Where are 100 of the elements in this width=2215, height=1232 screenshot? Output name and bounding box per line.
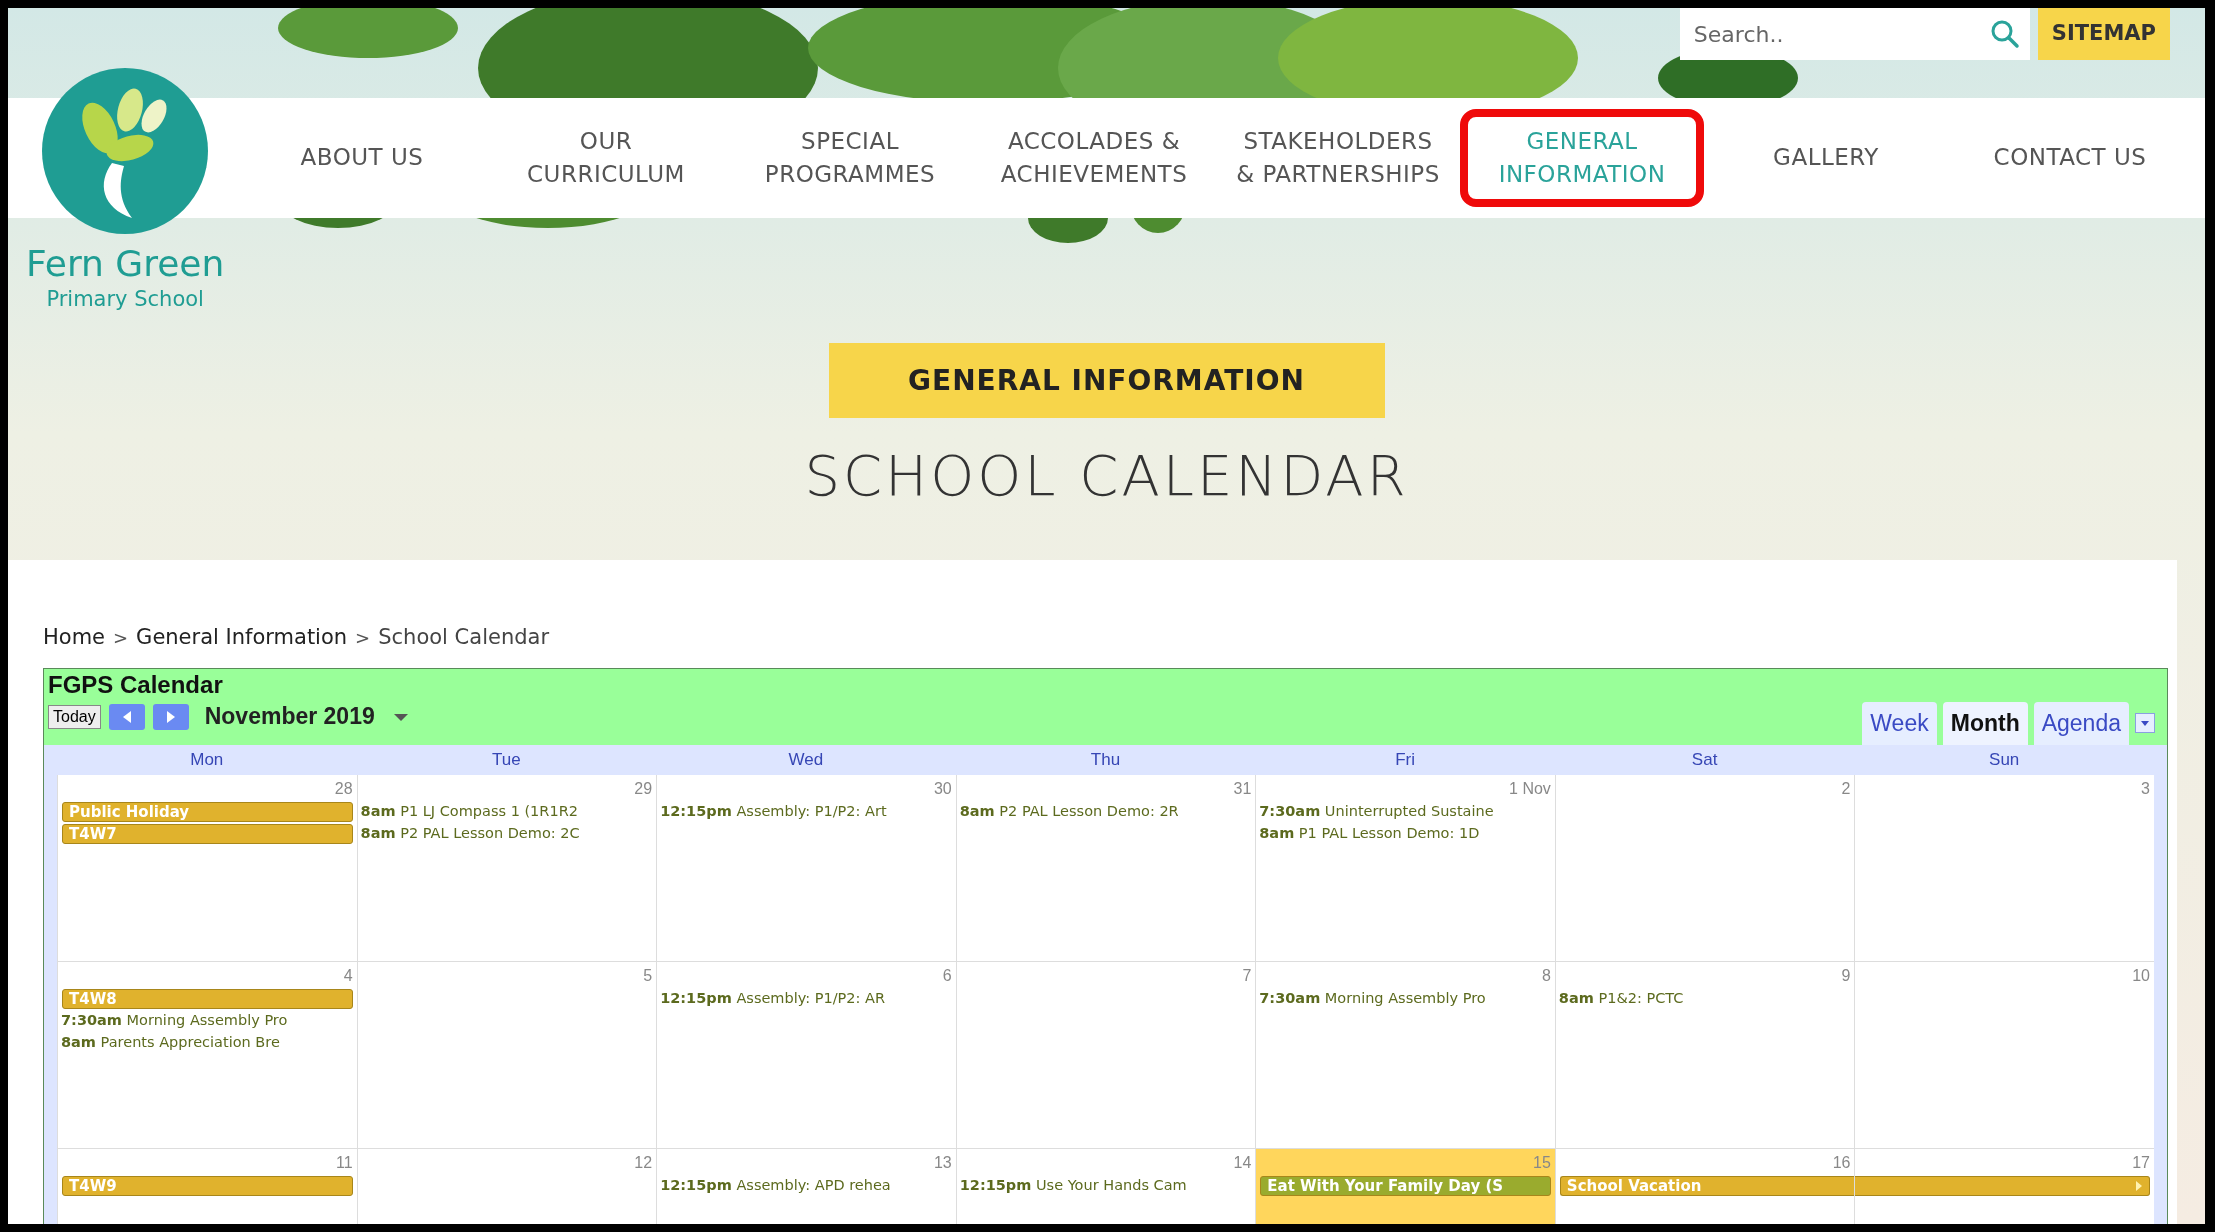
breadcrumb-current: School Calendar (378, 624, 550, 651)
weekday-label: Sun (1988, 748, 2021, 771)
weekday-label: Wed (787, 748, 825, 771)
calendar-event[interactable]: 7:30am Uninterrupted Sustaine (1256, 800, 1555, 823)
date-number: 30 (932, 778, 953, 799)
date-number: 4 (342, 965, 354, 986)
day-cell[interactable]: 3 (1854, 774, 2154, 962)
day-cell[interactable]: 29 8am P1 LJ Compass 1 (1R1R2 8am P2 PAL Lesson Demo: 2C (356, 774, 657, 962)
day-cell[interactable]: 12 (356, 1148, 657, 1224)
date-number: 2 (1840, 778, 1852, 799)
day-cell[interactable]: 14 12:15pm Use Your Hands Cam (955, 1148, 1256, 1224)
event-title: T4W8 (69, 989, 117, 1008)
previous-button[interactable] (108, 703, 145, 730)
breadcrumb-separator: > (113, 626, 129, 650)
event-title: T4W7 (69, 824, 117, 843)
nav-link[interactable]: CONTACT US (1948, 125, 2192, 191)
calendar-title: FGPS Calendar (47, 669, 224, 700)
calendar-event[interactable]: 8am Parents Appreciation Bre (58, 1031, 357, 1054)
dropdown-icon[interactable] (2135, 712, 2155, 733)
date-number: 9 (1840, 965, 1852, 986)
date-number: 3 (2140, 778, 2151, 799)
weekday-label: Tue (491, 748, 522, 771)
calendar-event[interactable]: 8am P1 LJ Compass 1 (1R1R2 (357, 800, 657, 823)
event-title: Public Holiday (69, 802, 190, 821)
day-cell[interactable]: 30 12:15pm Assembly: P1/P2: Art (656, 774, 956, 962)
date-number: 31 (1232, 778, 1253, 799)
day-cell[interactable]: 2 (1554, 774, 1855, 962)
day-cell[interactable]: 17 (1854, 1148, 2154, 1224)
date-number: 16 (1831, 1152, 1852, 1173)
day-cell[interactable]: 13 12:15pm Assembly: APD rehea (656, 1148, 956, 1224)
day-cell[interactable]: 16 School Vacation (1554, 1148, 1855, 1224)
view-tab[interactable]: Month (1942, 702, 2028, 745)
date-number: 17 (2131, 1152, 2151, 1173)
day-cell[interactable]: 10 (1854, 961, 2154, 1149)
date-number: 8 (1540, 965, 1552, 986)
school-logo-icon[interactable] (42, 68, 209, 234)
day-cell[interactable]: 11 T4W9 (57, 1148, 357, 1224)
month-label: November 2019 (204, 702, 375, 732)
nav-link[interactable]: OUR CURRICULUM (484, 108, 728, 208)
view-tab[interactable]: Week (1862, 702, 1937, 745)
calendar-event[interactable]: 7:30am Morning Assembly Pro (58, 1009, 357, 1032)
date-number: 1 Nov (1508, 778, 1552, 799)
event-bar-continuation[interactable] (1855, 1175, 2150, 1196)
nav-link[interactable]: SPECIAL PROGRAMMES (728, 108, 972, 208)
nav-link[interactable]: GALLERY (1704, 125, 1948, 191)
date-number: 13 (932, 1152, 953, 1173)
weekday-label: Mon (189, 748, 225, 771)
date-number: 6 (941, 965, 953, 986)
school-subtitle: Primary School (46, 285, 204, 313)
date-number: 14 (1232, 1152, 1253, 1173)
day-cell[interactable]: 6 12:15pm Assembly: P1/P2: AR (656, 961, 956, 1149)
calendar-event[interactable]: 12:15pm Assembly: P1/P2: Art (657, 800, 956, 823)
calendar-event[interactable]: 12:15pm Assembly: P1/P2: AR (657, 987, 956, 1010)
calendar-event[interactable]: 7:30am Morning Assembly Pro (1256, 987, 1555, 1010)
search-field[interactable]: Search.. (1679, 8, 1980, 60)
calendar-event[interactable]: 12:15pm Assembly: APD rehea (657, 1174, 956, 1197)
date-number: 28 (333, 778, 354, 799)
view-tab[interactable]: Agenda (2033, 702, 2129, 745)
nav-link[interactable]: GENERAL INFORMATION (1460, 108, 1704, 208)
breadcrumb-separator: > (355, 626, 371, 650)
date-number: 12 (633, 1152, 654, 1173)
search-icon (1989, 19, 2020, 49)
search-button[interactable] (1979, 8, 2030, 60)
day-cell[interactable]: 8 7:30am Morning Assembly Pro (1255, 961, 1555, 1149)
weekday-label: Sat (1690, 748, 1719, 771)
date-number: 5 (642, 965, 654, 986)
continue-arrow-icon (2135, 1179, 2143, 1192)
event-title: Eat With Your Family Day (S (1267, 1176, 1504, 1195)
calendar-event[interactable]: 12:15pm Use Your Hands Cam (956, 1174, 1256, 1197)
day-cell[interactable]: 5 (356, 961, 657, 1149)
weekday-label: Fri (1394, 748, 1416, 771)
day-cell[interactable]: 1 Nov 7:30am Uninterrupted Sustaine 8am P1 PAL Lesson Demo: 1D (1255, 774, 1555, 962)
calendar-event[interactable]: 8am P2 PAL Lesson Demo: 2C (357, 822, 657, 845)
caret-icon[interactable] (392, 711, 409, 722)
date-number: 11 (334, 1152, 354, 1173)
day-cell[interactable]: 4 T4W8 7:30am Morning Assembly Pro 8am Parents Appreciation Bre (57, 961, 357, 1149)
left-triangle-icon (121, 709, 132, 724)
breadcrumb-link[interactable]: General Information (136, 622, 348, 654)
sitemap-button[interactable]: SITEMAP (2037, 8, 2170, 60)
page-title: SCHOOL CALENDAR (803, 442, 1410, 510)
day-cell[interactable]: 7 (955, 961, 1256, 1149)
nav-link[interactable]: ACCOLADES & ACHIEVEMENTS (972, 108, 1216, 208)
right-triangle-icon (165, 709, 176, 724)
today-button[interactable]: Today (48, 704, 101, 729)
calendar-event[interactable]: 8am P1 PAL Lesson Demo: 1D (1256, 822, 1555, 845)
breadcrumb-link[interactable]: Home (43, 622, 105, 654)
event-title: School Vacation (1566, 1176, 1702, 1195)
date-number: 29 (633, 778, 654, 799)
nav-link[interactable]: STAKEHOLDERS & PARTNERSHIPS (1216, 108, 1460, 208)
next-button[interactable] (152, 703, 189, 730)
date-number: 15 (1532, 1152, 1552, 1173)
date-number: 7 (1241, 965, 1253, 986)
calendar-event[interactable]: 8am P1&2: PCTC (1555, 987, 1855, 1010)
calendar-event[interactable]: 8am P2 PAL Lesson Demo: 2R (956, 800, 1256, 823)
event-title: T4W9 (69, 1176, 117, 1195)
nav-link[interactable]: ABOUT US (240, 125, 484, 191)
section-banner: GENERAL INFORMATION (828, 343, 1385, 418)
day-cell[interactable]: 9 8am P1&2: PCTC (1554, 961, 1855, 1149)
weekday-label: Thu (1089, 748, 1122, 771)
day-cell[interactable]: 31 8am P2 PAL Lesson Demo: 2R (955, 774, 1256, 962)
